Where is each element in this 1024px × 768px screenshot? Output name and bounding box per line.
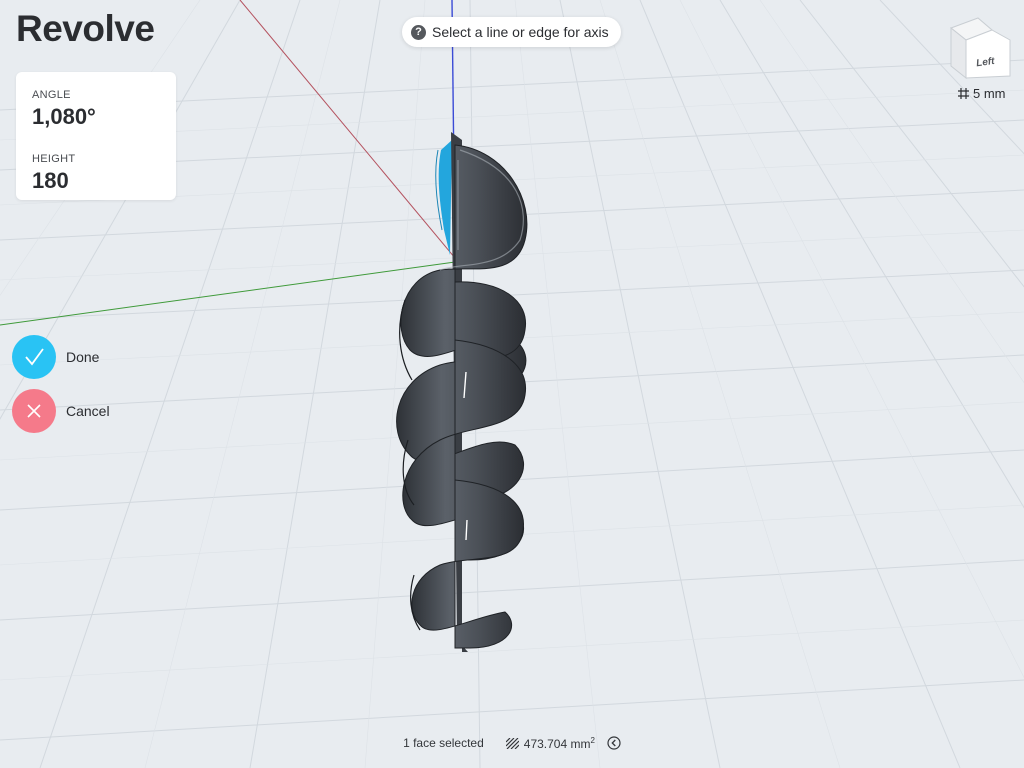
axis-hint-banner: ? Select a line or edge for axis xyxy=(402,17,621,47)
cancel-button[interactable]: Cancel xyxy=(12,389,110,433)
height-label: HEIGHT xyxy=(32,153,76,165)
close-icon[interactable] xyxy=(12,389,56,433)
cancel-label[interactable]: Cancel xyxy=(66,403,110,419)
question-icon[interactable]: ? xyxy=(411,24,426,40)
selection-status: 1 face selected xyxy=(403,736,484,750)
area-value: 473.704 mm2 xyxy=(523,735,595,751)
area-readout: 473.704 mm2 xyxy=(505,735,595,751)
hint-text: Select a line or edge for axis xyxy=(432,24,609,40)
grid-size-readout[interactable]: 5 mm xyxy=(958,86,1006,101)
done-button[interactable]: Done xyxy=(12,335,99,379)
angle-label: ANGLE xyxy=(32,89,71,101)
chevron-left-circle-icon[interactable] xyxy=(607,736,621,750)
angle-value-field[interactable]: 1,080° xyxy=(32,104,96,130)
done-label[interactable]: Done xyxy=(66,349,99,365)
status-bar: 1 face selected 473.704 mm2 xyxy=(0,732,1024,754)
grid-hash-icon xyxy=(958,88,969,99)
grid-size-value: 5 mm xyxy=(973,86,1006,101)
parameters-panel: ANGLE 1,080° HEIGHT 180 xyxy=(16,72,176,200)
hatch-area-icon xyxy=(505,737,519,749)
area-unit-superscript: 2 xyxy=(590,735,595,745)
view-cube[interactable]: Left xyxy=(948,16,1012,86)
height-value-field[interactable]: 180 xyxy=(32,168,69,194)
tool-title: Revolve xyxy=(16,8,155,49)
checkmark-icon[interactable] xyxy=(12,335,56,379)
